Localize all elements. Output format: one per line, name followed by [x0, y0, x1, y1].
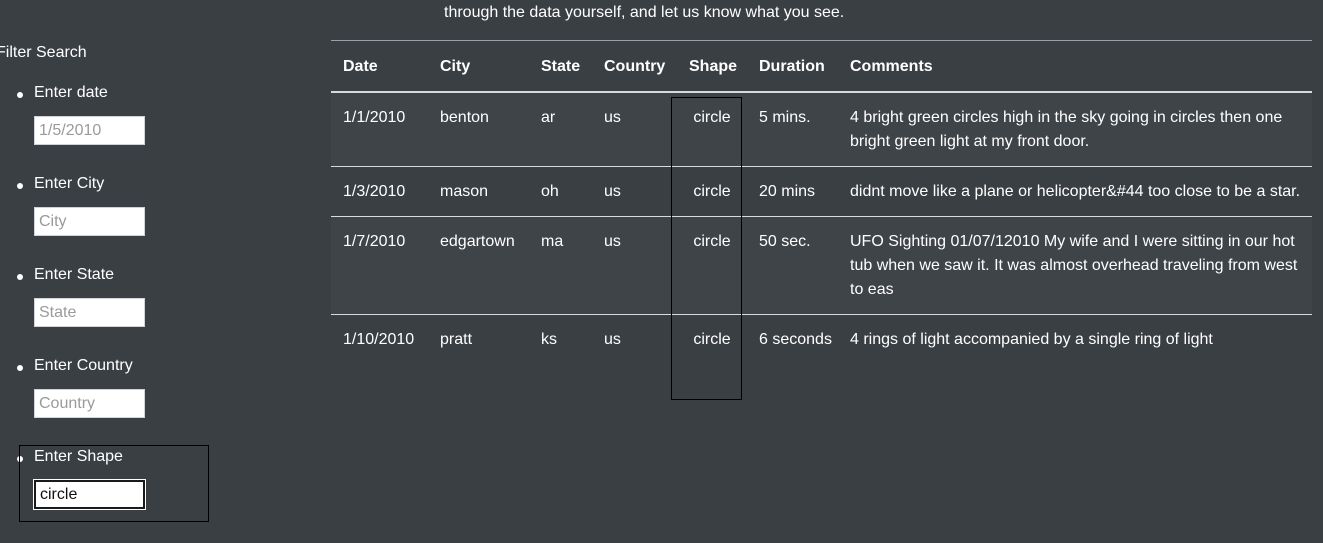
table-row: 1/3/2010 mason oh us circle 20 mins didn…: [331, 166, 1312, 217]
table-row: 1/7/2010 edgartown ma us circle 50 sec. …: [331, 216, 1312, 315]
ufo-table-container: Date City State Country Shape Duration C…: [331, 40, 1312, 364]
column-header-shape: Shape: [677, 40, 747, 93]
bullet-icon: [17, 274, 23, 280]
column-header-city: City: [428, 40, 529, 93]
cell-comments: UFO Sighting 01/07/12010 My wife and I w…: [838, 216, 1312, 315]
cell-comments: didnt move like a plane or helicopter&#4…: [838, 166, 1312, 217]
cell-country: us: [592, 166, 677, 217]
cell-shape: circle: [677, 216, 747, 315]
table-row: 1/10/2010 pratt ks us circle 6 seconds 4…: [331, 315, 1312, 365]
table-header: Date City State Country Shape Duration C…: [331, 40, 1312, 93]
filter-list: Enter date Enter City Enter State Enter …: [0, 0, 260, 543]
bullet-icon: [17, 365, 23, 371]
cell-duration: 50 sec.: [747, 216, 838, 315]
cell-date: 1/7/2010: [331, 216, 428, 315]
cell-duration: 20 mins: [747, 166, 838, 217]
column-header-date: Date: [331, 40, 428, 93]
bullet-icon: [17, 456, 23, 462]
date-input[interactable]: [34, 116, 145, 145]
shape-input[interactable]: [34, 480, 145, 509]
table-row: 1/1/2010 benton ar us circle 5 mins. 4 b…: [331, 92, 1312, 167]
cell-country: us: [592, 92, 677, 167]
cell-city: mason: [428, 166, 529, 217]
intro-text: through the data yourself, and let us kn…: [444, 4, 845, 21]
cell-country: us: [604, 331, 621, 348]
column-header-comments: Comments: [838, 40, 1312, 93]
cell-country: us: [592, 216, 677, 315]
cell-comments: 4 bright green circles high in the sky g…: [838, 92, 1312, 167]
city-input[interactable]: [34, 207, 145, 236]
ufo-sightings-table: Date City State Country Shape Duration C…: [331, 40, 1312, 364]
cell-date: 1/1/2010: [331, 92, 428, 167]
cell-date: 1/3/2010: [331, 166, 428, 217]
state-filter-label: Enter State: [34, 266, 115, 283]
cell-shape: circle: [677, 166, 747, 217]
table-header-row: Date City State Country Shape Duration C…: [331, 40, 1312, 93]
column-header-duration: Duration: [747, 40, 838, 93]
bullet-icon: [17, 92, 23, 98]
column-header-state: State: [529, 40, 592, 93]
cell-state: ks: [541, 331, 557, 348]
cell-date: 1/10/2010: [343, 331, 415, 348]
table-body: 1/1/2010 benton ar us circle 5 mins. 4 b…: [331, 92, 1312, 364]
cell-duration: 5 mins.: [747, 92, 838, 167]
country-filter-label: Enter Country: [34, 357, 133, 374]
cell-city: pratt: [440, 331, 473, 348]
cell-state: oh: [529, 166, 592, 217]
cell-comments: 4 rings of light accompanied by a single…: [850, 331, 1213, 348]
cell-city: edgartown: [428, 216, 529, 315]
shape-filter-label: Enter Shape: [34, 448, 123, 465]
cell-state: ma: [529, 216, 592, 315]
cell-state: ar: [529, 92, 592, 167]
date-filter-label: Enter date: [34, 84, 108, 101]
column-header-country: Country: [592, 40, 677, 93]
cell-duration: 6 seconds: [759, 331, 832, 348]
city-filter-label: Enter City: [34, 175, 105, 192]
state-input[interactable]: [34, 298, 145, 327]
page: through the data yourself, and let us kn…: [0, 0, 1323, 543]
bullet-icon: [17, 183, 23, 189]
cell-shape: circle: [677, 92, 747, 167]
cell-city: benton: [428, 92, 529, 167]
country-input[interactable]: [34, 389, 145, 418]
cell-shape: circle: [693, 331, 731, 348]
